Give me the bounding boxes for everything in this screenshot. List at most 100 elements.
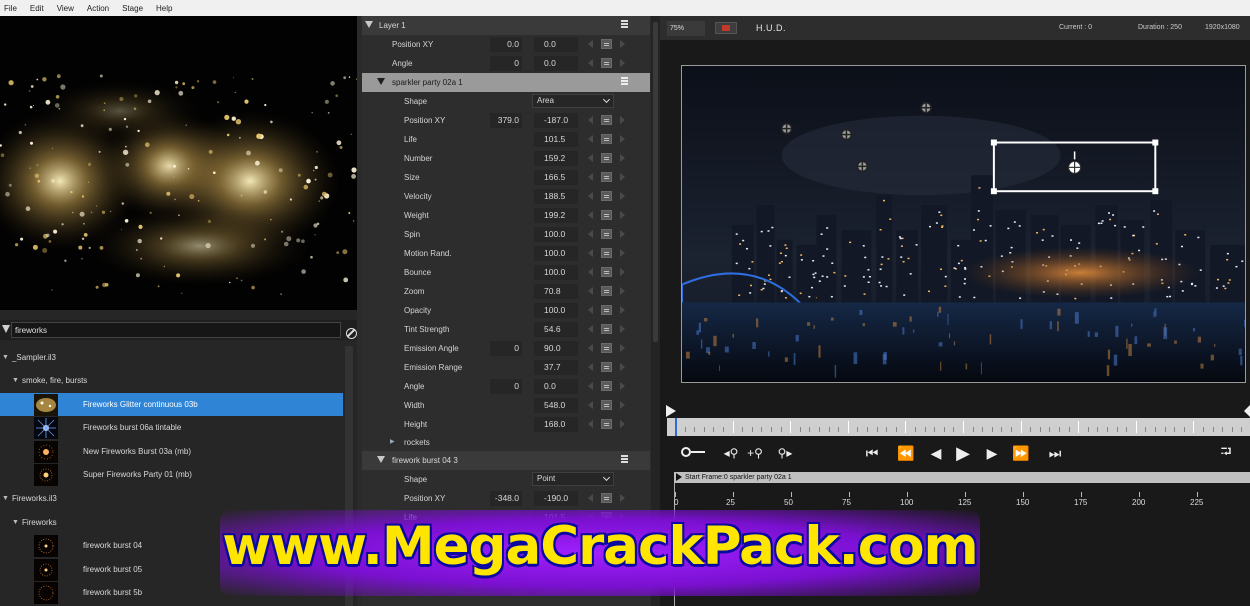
menu-edit[interactable]: Edit xyxy=(30,4,44,13)
library-item[interactable]: Super Fireworks Party 01 (mb) xyxy=(0,463,343,486)
next-key-arrow-icon[interactable] xyxy=(620,230,625,238)
key-menu-icon[interactable] xyxy=(601,493,612,503)
key-menu-icon[interactable] xyxy=(601,134,612,144)
prev-key-arrow-icon[interactable] xyxy=(588,40,593,48)
menu-action[interactable]: Action xyxy=(87,4,109,13)
library-item[interactable]: New Fireworks Burst 03a (mb) xyxy=(0,440,343,463)
param-value-2[interactable]: 90.0 xyxy=(534,341,578,356)
param-value-1[interactable]: 0.0 xyxy=(490,37,522,52)
menu-file[interactable]: File xyxy=(4,4,17,13)
expand-arrow-icon[interactable] xyxy=(365,21,373,28)
emitter-group-header[interactable]: firework burst 04 3 xyxy=(362,451,650,470)
param-value-2[interactable]: 0.0 xyxy=(534,37,578,52)
key-menu-icon[interactable] xyxy=(601,419,612,429)
record-button[interactable] xyxy=(715,22,737,34)
next-key-arrow-icon[interactable] xyxy=(620,420,625,428)
key-menu-icon[interactable] xyxy=(601,362,612,372)
next-key-arrow-icon[interactable] xyxy=(620,494,625,502)
prev-key-arrow-icon[interactable] xyxy=(588,135,593,143)
next-key-arrow-icon[interactable] xyxy=(620,287,625,295)
next-key-arrow-icon[interactable] xyxy=(620,325,625,333)
key-menu-icon[interactable] xyxy=(601,153,612,163)
emitter-group-header[interactable]: sparkler party 02a 1 xyxy=(362,73,650,92)
expand-arrow-icon[interactable] xyxy=(377,456,385,463)
param-value-2[interactable]: 0.0 xyxy=(534,379,578,394)
zoom-select[interactable]: 75% xyxy=(667,21,705,36)
keyframe-icon[interactable] xyxy=(681,447,705,457)
menu-help[interactable]: Help xyxy=(156,4,172,13)
next-key-arrow-icon[interactable] xyxy=(620,59,625,67)
clear-search-icon[interactable] xyxy=(346,328,357,339)
next-key-arrow-icon[interactable] xyxy=(620,401,625,409)
library-search-input[interactable] xyxy=(11,322,341,338)
key-menu-icon[interactable] xyxy=(601,324,612,334)
timeline-start-marker-icon[interactable] xyxy=(666,405,676,417)
layer-group-header[interactable]: Layer 1 xyxy=(362,16,650,35)
param-value-2[interactable]: 159.2 xyxy=(534,151,578,166)
param-value-2[interactable]: -187.0 xyxy=(534,113,578,128)
param-value-2[interactable]: 100.0 xyxy=(534,303,578,318)
prev-keyframe-icon[interactable]: ◂⚲ xyxy=(720,442,742,464)
param-value-2[interactable]: 70.8 xyxy=(534,284,578,299)
key-menu-icon[interactable] xyxy=(601,248,612,258)
key-menu-icon[interactable] xyxy=(601,191,612,201)
next-key-arrow-icon[interactable] xyxy=(620,306,625,314)
prev-key-arrow-icon[interactable] xyxy=(588,154,593,162)
next-key-arrow-icon[interactable] xyxy=(620,344,625,352)
prev-key-arrow-icon[interactable] xyxy=(588,116,593,124)
param-value-1[interactable]: 0 xyxy=(490,341,522,356)
key-menu-icon[interactable] xyxy=(601,229,612,239)
key-menu-icon[interactable] xyxy=(601,305,612,315)
param-value-2[interactable]: 199.2 xyxy=(534,208,578,223)
next-key-arrow-icon[interactable] xyxy=(620,192,625,200)
param-value-2[interactable]: -190.0 xyxy=(534,491,578,506)
key-menu-icon[interactable] xyxy=(601,381,612,391)
go-to-start-icon[interactable]: ⏮ xyxy=(860,442,884,464)
stage-viewport[interactable] xyxy=(681,65,1246,383)
prev-key-arrow-icon[interactable] xyxy=(588,192,593,200)
prev-key-arrow-icon[interactable] xyxy=(588,382,593,390)
param-value-1[interactable]: 0 xyxy=(490,379,522,394)
scrollbar-thumb[interactable] xyxy=(653,22,658,342)
param-value-2[interactable]: 37.7 xyxy=(534,360,578,375)
next-key-arrow-icon[interactable] xyxy=(620,135,625,143)
prev-key-arrow-icon[interactable] xyxy=(588,249,593,257)
param-value-2[interactable]: 166.5 xyxy=(534,170,578,185)
key-menu-icon[interactable] xyxy=(601,400,612,410)
timeline-scrubber[interactable] xyxy=(667,418,1250,436)
hud-toggle[interactable]: H.U.D. xyxy=(756,23,786,33)
param-value-2[interactable]: 54.6 xyxy=(534,322,578,337)
prev-key-arrow-icon[interactable] xyxy=(588,287,593,295)
shape-dropdown[interactable]: Point xyxy=(532,472,614,486)
fast-forward-icon[interactable]: ⏩ xyxy=(1009,442,1033,464)
prev-key-arrow-icon[interactable] xyxy=(588,363,593,371)
shape-dropdown[interactable]: Area xyxy=(532,94,614,108)
expand-arrow-icon[interactable] xyxy=(377,78,385,85)
prev-key-arrow-icon[interactable] xyxy=(588,268,593,276)
key-menu-icon[interactable] xyxy=(601,210,612,220)
prev-key-arrow-icon[interactable] xyxy=(588,344,593,352)
key-menu-icon[interactable] xyxy=(601,58,612,68)
next-key-arrow-icon[interactable] xyxy=(620,363,625,371)
key-menu-icon[interactable] xyxy=(601,39,612,49)
prev-key-arrow-icon[interactable] xyxy=(588,173,593,181)
library-folder[interactable]: ▼ Fireworks.il3 xyxy=(0,487,343,510)
collapse-toggle-icon[interactable] xyxy=(2,325,10,333)
param-value-2[interactable]: 100.0 xyxy=(534,246,578,261)
menu-icon[interactable] xyxy=(621,77,628,85)
library-item-selected[interactable]: Fireworks Glitter continuous 03b xyxy=(0,393,343,416)
rewind-icon[interactable]: ⏪ xyxy=(894,442,918,464)
menu-icon[interactable] xyxy=(621,20,628,28)
param-value-1[interactable]: -348.0 xyxy=(490,491,522,506)
param-value-2[interactable]: 100.0 xyxy=(534,265,578,280)
param-value-2[interactable]: 101.5 xyxy=(534,132,578,147)
next-key-arrow-icon[interactable] xyxy=(620,40,625,48)
playhead[interactable] xyxy=(675,418,677,436)
next-key-arrow-icon[interactable] xyxy=(620,211,625,219)
play-icon[interactable]: ▶ xyxy=(950,442,976,464)
step-back-icon[interactable]: ◀ xyxy=(924,442,948,464)
expand-arrow-icon[interactable]: ▶ xyxy=(390,438,395,445)
param-value-1[interactable]: 379.0 xyxy=(490,113,522,128)
key-menu-icon[interactable] xyxy=(601,286,612,296)
timeline-end-marker-icon[interactable] xyxy=(1244,405,1250,417)
